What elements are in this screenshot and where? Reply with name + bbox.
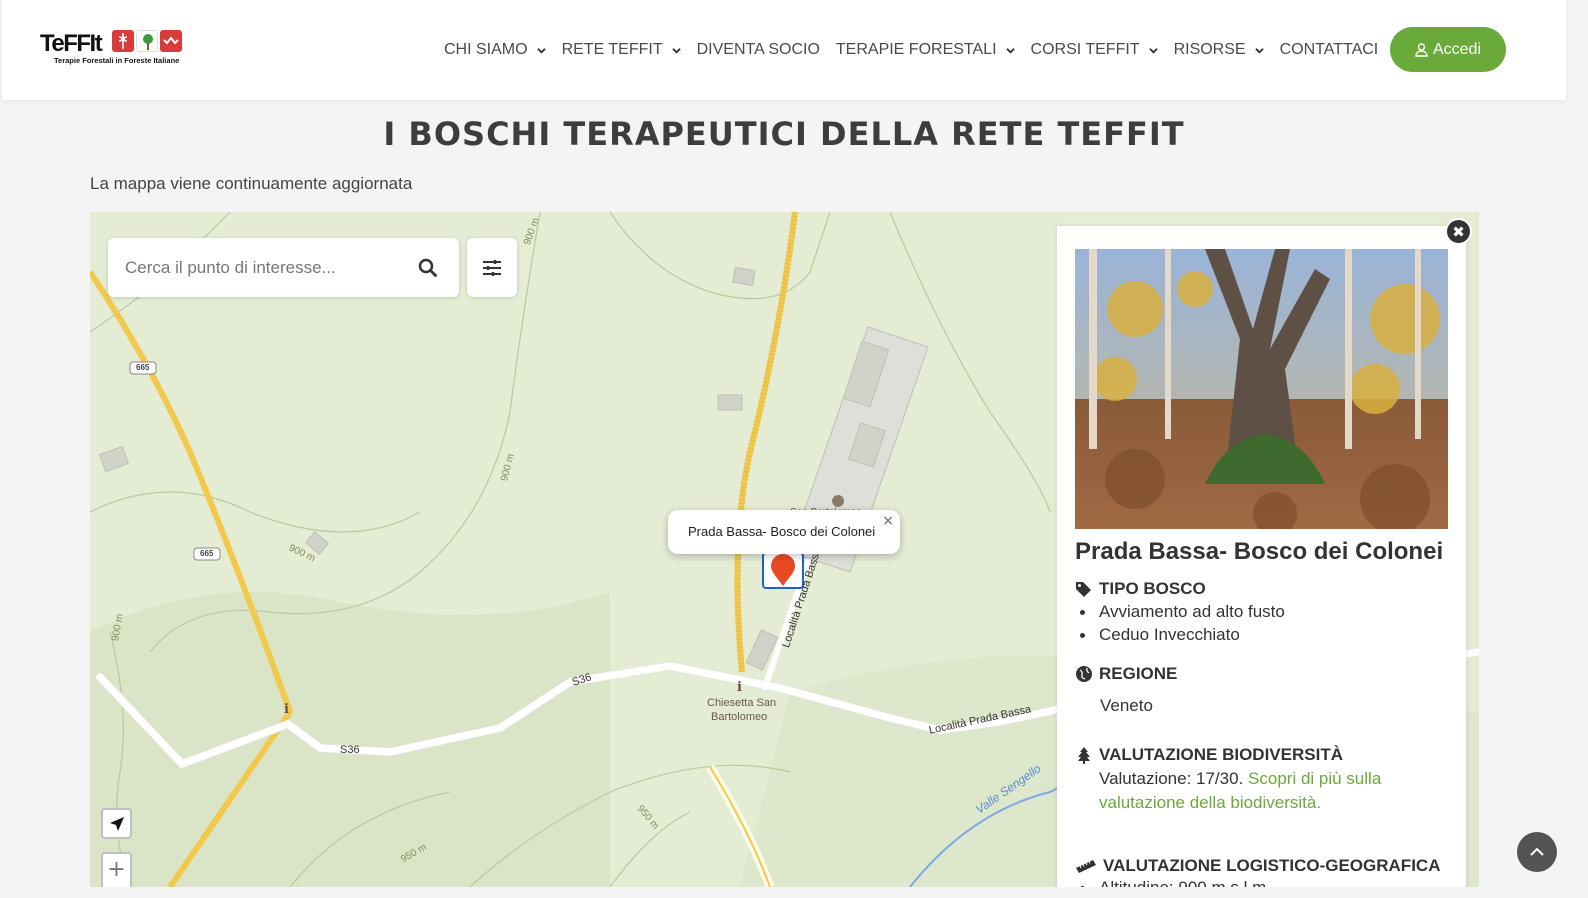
chevron-down-icon — [1005, 47, 1015, 54]
poi-search-input[interactable] — [125, 255, 395, 281]
biodiversita-text: Valutazione: 17/30. Scopri di più sulla … — [1099, 767, 1429, 815]
regione-heading: REGIONE — [1075, 664, 1177, 684]
nav-risorse[interactable]: RISORSE — [1174, 41, 1264, 59]
tipo-bosco-heading: TIPO BOSCO — [1075, 579, 1206, 599]
marker-popup: Prada Bassa- Bosco dei Colonei × — [668, 510, 900, 554]
poi-info-icon[interactable]: i — [284, 702, 289, 717]
tipo-bosco-item: Ceduo Invecchiato — [1080, 625, 1240, 644]
nav-contattaci[interactable]: CONTATTACI — [1280, 41, 1379, 59]
poi-search-box — [108, 238, 459, 297]
main-nav: CHI SIAMO RETE TEFFIT DIVENTA SOCIO TERA… — [444, 38, 1394, 62]
nav-label: TERAPIE FORESTALI — [835, 41, 997, 58]
filter-icon — [483, 259, 501, 276]
road-665-label-2: 665 — [200, 549, 214, 558]
filter-button[interactable] — [467, 238, 517, 297]
panel-close-button[interactable]: ✖ — [1445, 218, 1472, 245]
road-s36-label: S36 — [340, 744, 360, 756]
chevron-down-icon — [1254, 47, 1264, 54]
chevron-down-icon — [671, 47, 681, 54]
place-photo — [1075, 249, 1448, 529]
biodiversita-label: VALUTAZIONE BIODIVERSITÀ — [1099, 745, 1343, 764]
logo-brand: TeFFIt — [40, 30, 103, 57]
nav-label: RISORSE — [1173, 41, 1246, 58]
logo-hands-icon — [160, 30, 182, 52]
nav-corsi-teffit[interactable]: CORSI TEFFIT — [1031, 41, 1158, 59]
logistico-item: Altitudine: 900 m s.l.m. — [1080, 878, 1271, 887]
login-label: Accedi — [1432, 40, 1482, 58]
locate-arrow-icon — [109, 816, 124, 831]
regione-value: Veneto — [1100, 696, 1153, 715]
locate-button[interactable] — [101, 808, 132, 839]
map-marker-icon[interactable] — [762, 552, 806, 597]
regione-label: REGIONE — [1099, 664, 1178, 683]
chevron-up-icon — [1530, 847, 1544, 856]
nav-diventa-socio[interactable]: DIVENTA SOCIO — [697, 41, 820, 59]
login-button[interactable]: Accedi — [1390, 27, 1506, 72]
globe-icon — [1076, 666, 1092, 682]
road-665-label: 665 — [136, 363, 150, 372]
place-name: Prada Bassa- Bosco dei Colonei — [1075, 538, 1444, 565]
logo-tree-icon — [136, 30, 158, 52]
user-icon — [1415, 42, 1428, 57]
scroll-to-top-button[interactable] — [1517, 832, 1557, 872]
nav-label: DIVENTA SOCIO — [696, 41, 820, 58]
popup-title: Prada Bassa- Bosco dei Colonei — [688, 524, 876, 539]
page-title: I BOSCHI TERAPEUTICI DELLA RETE TEFFIT — [383, 115, 1185, 153]
popup-close-button[interactable]: × — [882, 513, 894, 529]
nav-label: CORSI TEFFIT — [1030, 41, 1140, 58]
biodiversita-heading: VALUTAZIONE BIODIVERSITÀ — [1075, 745, 1343, 765]
place-detail-panel: Prada Bassa- Bosco dei Colonei TIPO BOSC… — [1057, 226, 1466, 887]
page-subtitle: La mappa viene continuamente aggiornata — [90, 174, 413, 193]
nav-label: CHI SIAMO — [444, 41, 528, 58]
tree-icon — [1078, 747, 1090, 764]
nav-rete-teffit[interactable]: RETE TEFFIT — [562, 41, 681, 59]
map-canvas[interactable]: 665 665 S36 S36 900 m 900 m 900 m 900 m … — [90, 212, 1479, 887]
logistico-heading: VALUTAZIONE LOGISTICO-GEOGRAFICA — [1075, 856, 1440, 876]
tipo-bosco-label: TIPO BOSCO — [1099, 579, 1206, 598]
nav-chi-siamo[interactable]: CHI SIAMO — [444, 41, 546, 59]
nav-terapie-forestali[interactable]: TERAPIE FORESTALI — [836, 41, 1015, 59]
chevron-down-icon — [1148, 47, 1158, 54]
map-label-chiesetta: Chiesetta San — [707, 697, 777, 709]
logo-caduceus-icon — [112, 30, 134, 52]
poi-info-icon[interactable]: i — [737, 680, 742, 695]
logo-tagline: Terapie Forestali in Foreste Italiane — [54, 56, 180, 65]
site-logo[interactable]: TeFFIt Terapie Forestali in Foreste Ital… — [38, 28, 188, 70]
ruler-icon — [1076, 860, 1096, 873]
search-icon[interactable] — [418, 258, 438, 278]
site-header: TeFFIt Terapie Forestali in Foreste Ital… — [2, 0, 1566, 100]
nav-label: RETE TEFFIT — [561, 41, 663, 58]
map-label-bartolomeo: Bartolomeo — [711, 711, 768, 723]
tag-icon — [1076, 582, 1091, 597]
tipo-bosco-item: Avviamento ad alto fusto — [1080, 602, 1285, 621]
logistico-label: VALUTAZIONE LOGISTICO-GEOGRAFICA — [1103, 856, 1441, 875]
nav-label: CONTATTACI — [1279, 41, 1379, 58]
chevron-down-icon — [536, 47, 546, 54]
biodiversita-score: Valutazione: 17/30. — [1099, 769, 1244, 788]
zoom-in-button[interactable]: + — [101, 852, 132, 887]
